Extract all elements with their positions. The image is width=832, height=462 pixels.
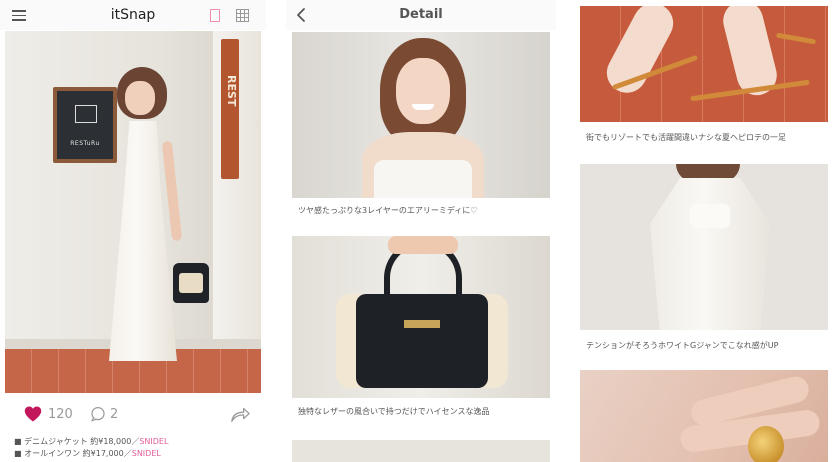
like-count: 120	[48, 407, 73, 422]
list-item: ■ デニムジャケット 約¥18,000／SNIDEL	[14, 436, 168, 448]
gallery-photo-sandals[interactable]	[580, 6, 828, 122]
single-view-icon[interactable]	[210, 9, 220, 22]
gold-ring	[748, 426, 784, 462]
gallery-panel: 街でもリゾートでも活躍間違いナシな夏ヘピロテの一足 テンションがそろうホワイトG…	[574, 0, 832, 462]
detail-photo-portrait[interactable]	[292, 32, 550, 198]
photo-caption: 独特なレザーの風合いで持つだけでハイセンスな逸品	[298, 407, 490, 416]
grid-view-icon[interactable]	[236, 9, 249, 22]
comment-icon[interactable]	[90, 406, 106, 422]
restaurant-sign	[221, 39, 239, 179]
page-title: Detail	[399, 7, 443, 22]
photo-caption: 街でもリゾートでも活躍間違いナシな夏ヘピロテの一足	[586, 133, 786, 142]
detail-panel: Detail ツヤ感たっぷりな3レイヤーのエアリーミディに♡ 独特なレザーの風合…	[286, 0, 556, 462]
heart-icon[interactable]	[24, 405, 42, 423]
detail-header: Detail	[286, 0, 556, 30]
feed-panel: itSnap REST RESTuRu 120 2 ■ デニムジャケット 約¥1…	[0, 0, 266, 462]
chalkboard-sign: RESTuRu	[53, 87, 117, 163]
app-title: itSnap	[110, 7, 156, 23]
item-text: ■ デニムジャケット 約¥18,000／	[14, 437, 140, 446]
chalkboard-text: RESTuRu	[70, 140, 100, 147]
list-item: ■ オールインワン 約¥17,000／SNIDEL	[14, 448, 168, 460]
brand-link[interactable]: SNIDEL	[132, 449, 161, 458]
share-icon[interactable]	[230, 405, 250, 423]
brand-link[interactable]: SNIDEL	[139, 437, 168, 446]
item-list: ■ デニムジャケット 約¥18,000／SNIDEL ■ オールインワン 約¥1…	[14, 436, 168, 460]
restaurant-sign-text: REST	[225, 75, 238, 107]
comment-count: 2	[110, 407, 119, 422]
post-actions: 120 2	[0, 400, 266, 430]
photo-caption: テンションがそろうホワイトGジャンでこなれ感がUP	[586, 341, 779, 350]
gallery-photo-ring[interactable]	[580, 370, 828, 462]
feed-header: itSnap	[0, 0, 266, 30]
main-outfit-photo[interactable]: REST RESTuRu	[5, 31, 261, 393]
detail-photo-bag[interactable]	[292, 236, 550, 398]
gallery-photo-jacket[interactable]	[580, 164, 828, 330]
photo-caption: ツヤ感たっぷりな3レイヤーのエアリーミディに♡	[298, 206, 478, 215]
item-text: ■ オールインワン 約¥17,000／	[14, 449, 132, 458]
detail-photo-next[interactable]	[292, 440, 550, 462]
